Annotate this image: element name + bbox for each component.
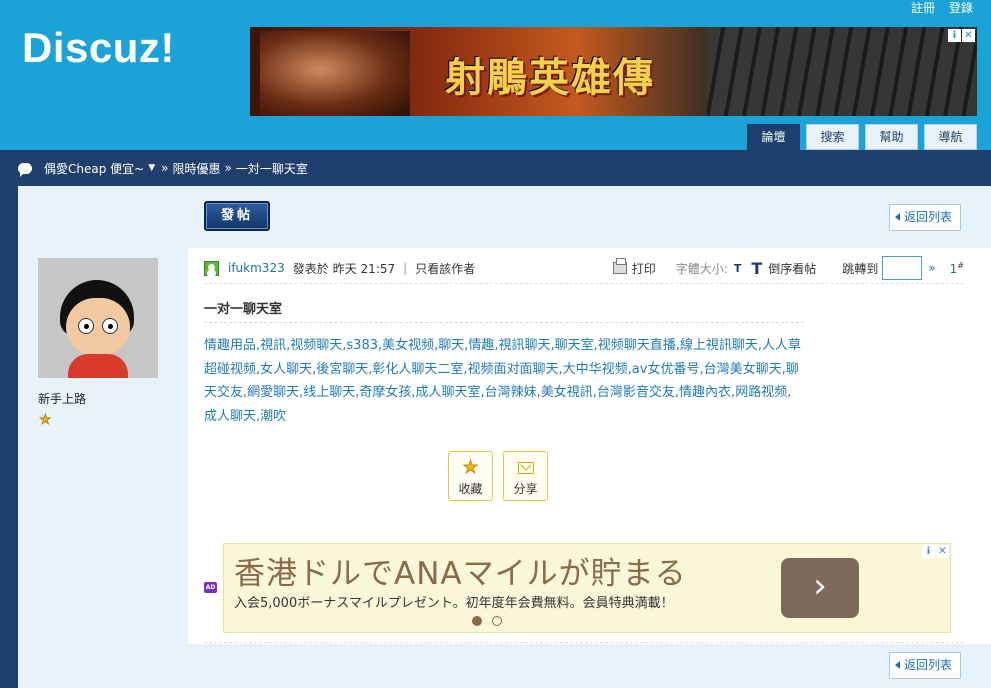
forum-bubble-icon	[18, 162, 32, 177]
ad-pager	[472, 616, 502, 626]
ad-close-icon[interactable]: ✕	[962, 29, 975, 42]
favorite-label: 收藏	[458, 482, 483, 496]
banner-keyboard-image	[707, 27, 977, 116]
ad-choices[interactable]: i ✕	[922, 545, 949, 558]
avatar-face	[66, 298, 130, 356]
printer-icon[interactable]	[612, 258, 627, 274]
banner-hero-image	[260, 31, 410, 116]
star-icon: ★	[462, 457, 479, 478]
ad-close-icon[interactable]: ✕	[936, 545, 949, 558]
nav-tab-search[interactable]: 搜索	[806, 124, 859, 150]
chevron-down-icon[interactable]: ▼	[148, 163, 155, 173]
register-link[interactable]: 註冊	[911, 0, 935, 16]
meta-divider: |	[403, 261, 408, 275]
avatar-eye	[102, 318, 118, 334]
font-small-button[interactable]: T	[734, 262, 742, 275]
reverse-order-link[interactable]: 倒序看帖	[768, 260, 816, 277]
thread-toolbar-bottom	[188, 644, 991, 688]
breadcrumb-forum[interactable]: 偶愛Cheap 便宜~	[44, 160, 144, 177]
breadcrumb-thread[interactable]: 一対一聊天室	[236, 160, 308, 177]
floor-number[interactable]: 1#	[950, 261, 964, 276]
post-body: 情趣用品,視訊,视频聊天,s383,美女视频,聊天,情趣,視訊聊天,聊天室,视频…	[204, 338, 802, 424]
meta-divider-line	[204, 283, 964, 284]
ad-info-icon[interactable]: i	[948, 29, 961, 42]
avatar[interactable]	[38, 258, 158, 378]
post-tools: 打印 字體大小: T T 倒序看帖 跳轉到 » 1#	[612, 256, 964, 280]
avatar-body	[68, 354, 128, 378]
banner-ad-title: 射鵰英雄傳	[445, 54, 655, 101]
ad-pager-dot[interactable]	[492, 616, 502, 626]
floor-mark: #	[957, 260, 964, 270]
avatar-eye	[78, 318, 94, 334]
back-to-list-button-bottom[interactable]: 返回列表	[889, 652, 961, 679]
posted-prefix: 發表於	[292, 261, 329, 276]
breadcrumb: 偶愛Cheap 便宜~ ▼ » 限時優惠 » 一対一聊天室	[0, 150, 991, 186]
share-button[interactable]: 分享	[503, 451, 548, 501]
back-to-list-button[interactable]: 返回列表	[889, 204, 961, 231]
author-username[interactable]: ifukm323	[228, 261, 285, 275]
print-link[interactable]: 打印	[632, 260, 656, 277]
nav-tab-help[interactable]: 幫助	[865, 124, 918, 150]
ad-choices[interactable]: i ✕	[948, 29, 975, 42]
posted-time: 昨天 21:57	[332, 261, 396, 276]
post-title: 一对一聊天室	[204, 302, 283, 317]
post-bottom-divider	[204, 642, 964, 643]
share-label: 分享	[513, 482, 538, 496]
ad-next-arrow-button[interactable]: ›	[781, 558, 859, 618]
user-online-icon	[204, 260, 219, 276]
nav-tab-forum[interactable]: 論壇	[747, 124, 800, 150]
banner-ad[interactable]: 射鵰英雄傳 i ✕	[250, 27, 977, 116]
only-author-link[interactable]: 只看該作者	[415, 260, 475, 277]
title-divider-line	[204, 322, 804, 323]
ad-badge: AD	[204, 582, 217, 593]
site-header: 註冊 登錄 Discuz! 射鵰英雄傳 i ✕ 論壇 搜索 幫助 導航	[0, 0, 991, 150]
favorite-button[interactable]: ★ 收藏	[448, 451, 493, 501]
mail-icon	[504, 458, 547, 478]
bottom-ad[interactable]: 香港ドルでANAマイルが貯まる 入会5,000ボーナスマイルプレゼント。初年度年…	[223, 543, 951, 633]
rank-star-icon: ★	[39, 412, 52, 429]
ad-headline[interactable]: 香港ドルでANAマイルが貯まる	[234, 548, 687, 593]
ad-info-icon[interactable]: i	[922, 545, 935, 558]
font-big-button[interactable]: T	[751, 259, 762, 278]
top-links: 註冊 登錄	[911, 0, 973, 16]
new-post-button[interactable]: 發帖	[204, 201, 270, 231]
breadcrumb-separator: »	[161, 161, 169, 175]
author-rank: 新手上路	[38, 392, 87, 406]
ad-subline[interactable]: 入会5,000ボーナスマイルプレゼント。初年度年会費無料。会員特典満載！	[234, 592, 674, 611]
breadcrumb-separator: »	[224, 161, 232, 175]
main-nav: 論壇 搜索 幫助 導航	[747, 124, 977, 150]
font-size-label: 字體大小:	[675, 261, 728, 276]
breadcrumb-section[interactable]: 限時優惠	[172, 160, 220, 177]
thread-toolbar-top	[188, 186, 991, 248]
nav-tab-navigation[interactable]: 導航	[924, 124, 977, 150]
login-link[interactable]: 登錄	[949, 0, 973, 16]
post-meta: ifukm323 發表於 昨天 21:57 | 只看該作者 打印 字體大小: T…	[204, 256, 964, 280]
jump-floor-input[interactable]	[882, 256, 923, 280]
thread-frame: 發帖 返回列表 新手上路 ★ ifukm323 發表於 昨天 21:57 | 只…	[18, 186, 991, 688]
site-logo[interactable]: Discuz!	[22, 24, 175, 72]
ad-pager-dot-active[interactable]	[472, 616, 482, 626]
jump-to-label: 跳轉到	[842, 261, 879, 276]
jump-go-button[interactable]: »	[928, 261, 935, 275]
